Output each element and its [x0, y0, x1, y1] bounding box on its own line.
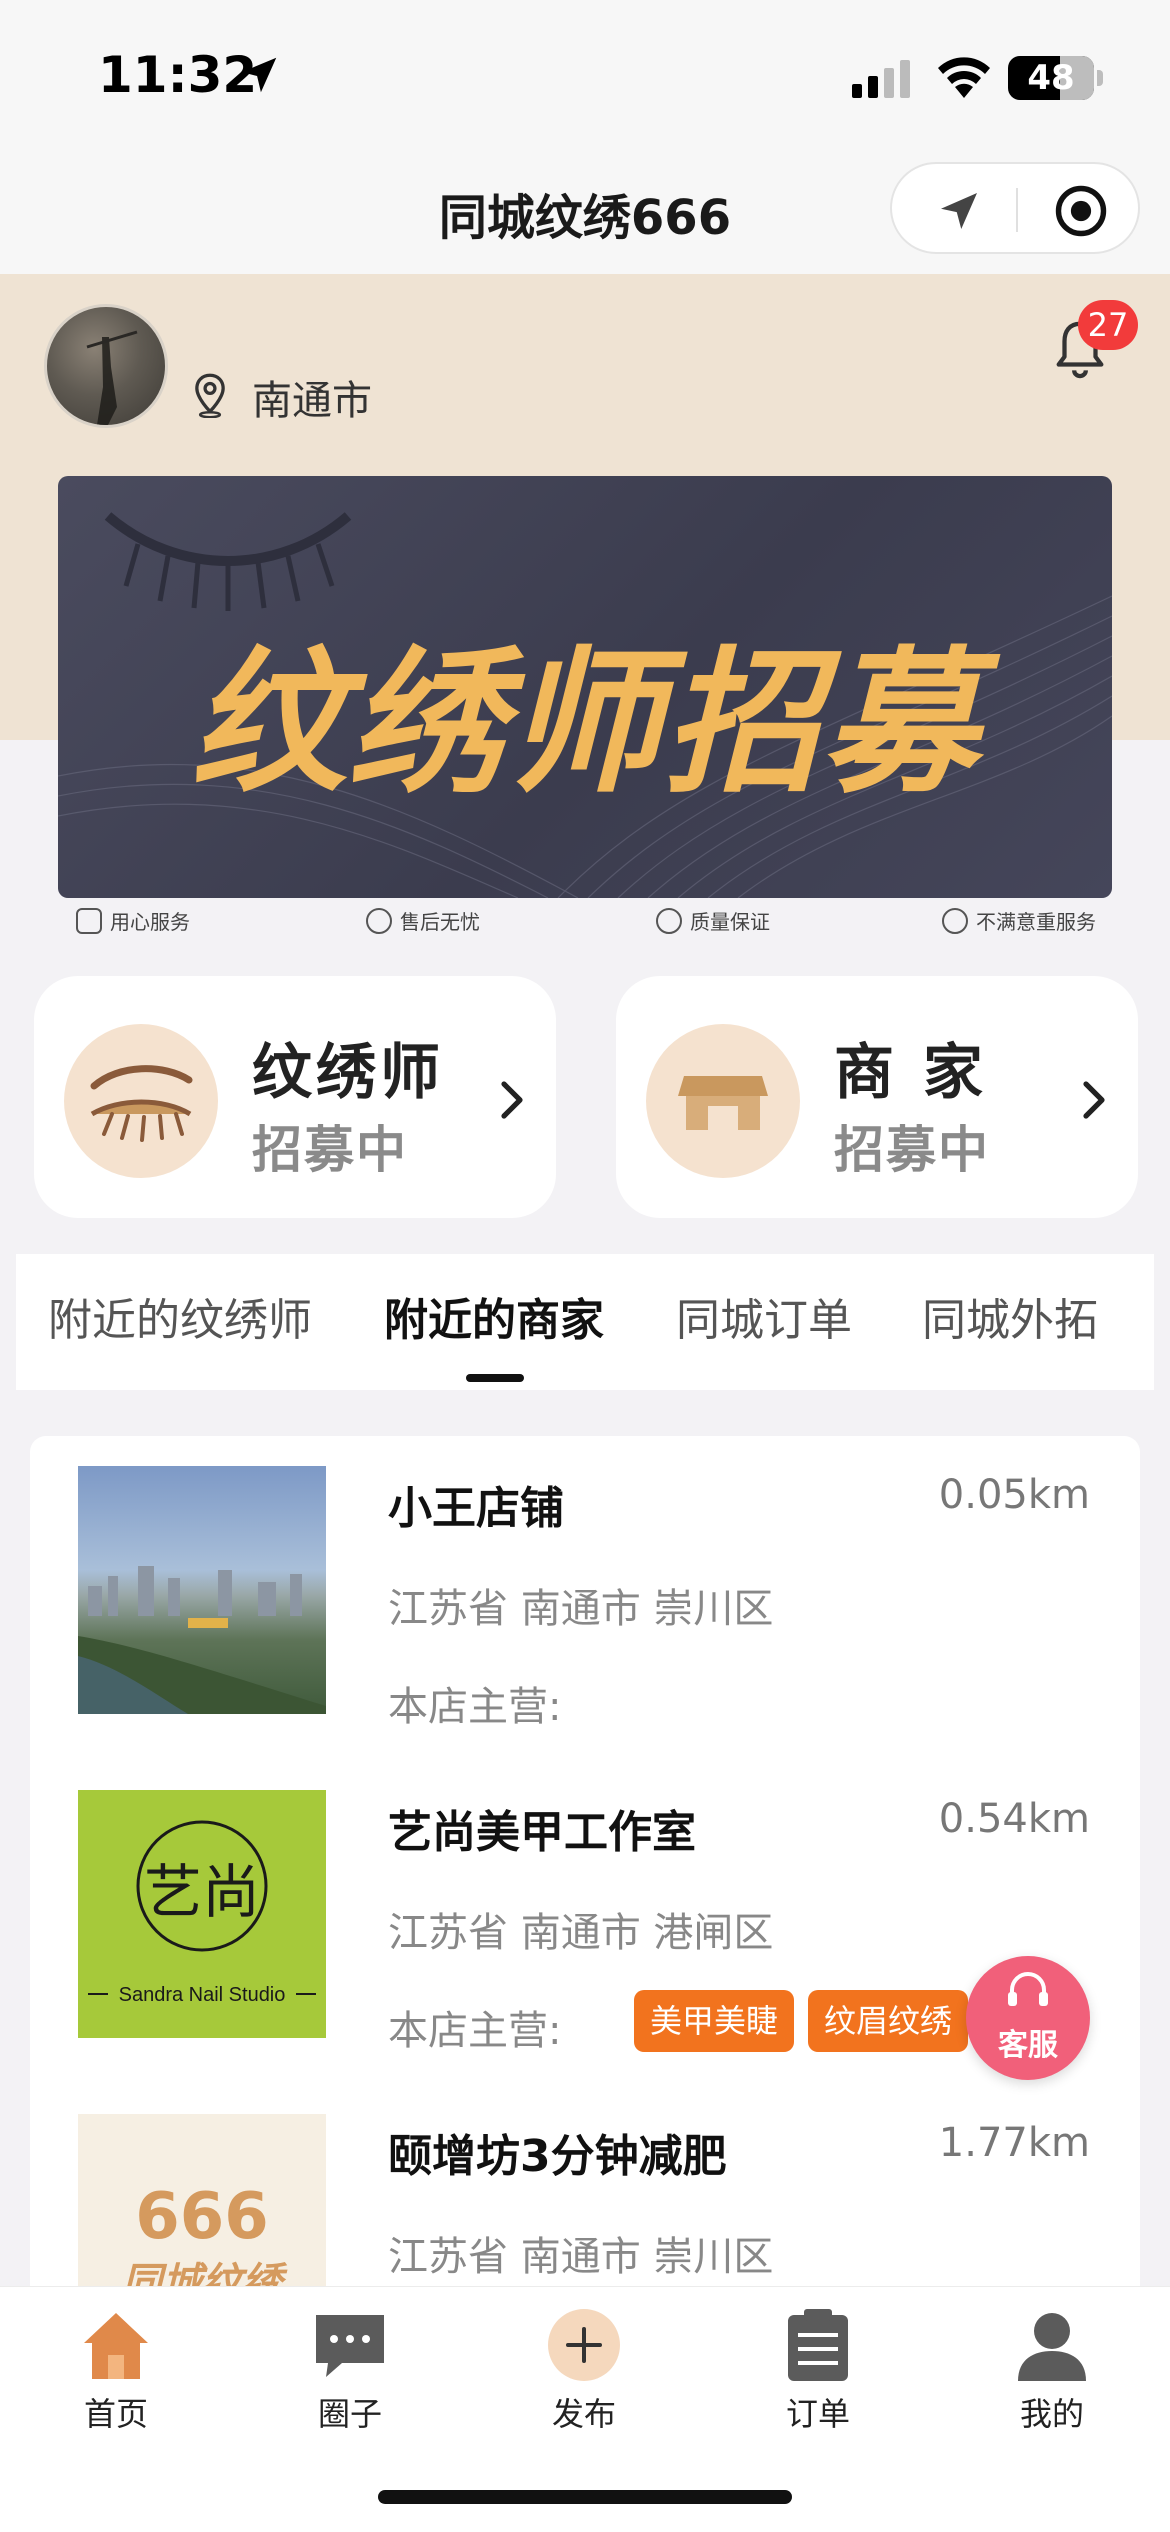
card-subtitle: 招募中 — [834, 1121, 990, 1179]
plus-circle-icon — [548, 2309, 620, 2381]
tab-local-outreach[interactable]: 同城外拓 — [922, 1284, 1098, 1348]
shop-main-business: 本店主营: — [388, 2008, 562, 2054]
tab-nearby-artists[interactable]: 附近的纹绣师 — [48, 1284, 312, 1348]
location-arrow-icon — [241, 57, 277, 93]
tab-label: 发布 — [551, 2395, 616, 2433]
eye-icon — [90, 1065, 193, 1142]
card-title: 纹绣师 — [252, 1038, 444, 1108]
shop-distance: 0.54km — [938, 1796, 1090, 1842]
battery-nub — [1097, 70, 1103, 86]
user-icon — [1018, 2313, 1086, 2381]
category-tabs: 附近的纹绣师 附近的商家 同城订单 同城外拓 — [16, 1254, 1154, 1390]
list-item[interactable]: 666 同城纹绣 颐增坊3分钟减肥 1.77km 江苏省 南通市 崇川区 — [30, 2084, 1140, 2296]
merchant-recruit-card[interactable]: 商 家 招募中 — [616, 976, 1138, 1218]
tattoo-666-logo: 666 同城纹绣 — [122, 2180, 288, 2296]
perk-item: 售后无忧 — [366, 906, 480, 935]
smile-icon — [942, 907, 968, 934]
notification-badge: 27 — [1078, 300, 1138, 350]
perk-label: 质量保证 — [690, 910, 770, 934]
svg-text:Sandra Nail Studio: Sandra Nail Studio — [119, 1984, 286, 2006]
shop-main-business: 本店主营: — [388, 1684, 562, 1730]
shop-thumbnail: 666 同城纹绣 — [78, 2114, 326, 2296]
store-icon-circle — [646, 1024, 800, 1178]
shield-icon — [76, 907, 102, 934]
shop-address: 江苏省 南通市 港闸区 — [388, 1910, 774, 1956]
service-perks: 用心服务 售后无忧 质量保证 不满意重服务 — [58, 906, 1112, 946]
tab-label: 首页 — [83, 2395, 148, 2433]
shop-name: 艺尚美甲工作室 — [388, 1807, 696, 1858]
tab-home[interactable]: 首页 — [46, 2307, 186, 2447]
home-icon — [84, 2313, 148, 2379]
tab-nearby-merchants[interactable]: 附近的商家 — [384, 1284, 604, 1348]
recruit-banner[interactable]: 纹绣师招募 — [58, 476, 1112, 898]
location-pin-icon — [195, 373, 225, 418]
eye-icon-circle — [64, 1024, 218, 1178]
shop-list: 小王店铺 0.05km 江苏省 南通市 崇川区 本店主营: 艺尚 Sandra … — [30, 1436, 1140, 2296]
location-navigation-icon[interactable] — [932, 184, 986, 238]
perk-label: 不满意重服务 — [976, 910, 1096, 934]
quality-seal-icon — [656, 907, 682, 934]
tab-publish[interactable]: 发布 — [514, 2307, 654, 2447]
nail-studio-logo: 艺尚 Sandra Nail Studio — [88, 1820, 316, 2006]
shop-distance: 1.77km — [938, 2120, 1090, 2166]
perk-item: 质量保证 — [656, 906, 770, 935]
city-skyline-image — [78, 1566, 326, 1714]
status-time: 11:32 — [98, 46, 258, 104]
cellular-signal-icon — [852, 60, 910, 98]
svg-text:艺尚: 艺尚 — [144, 1858, 260, 1926]
list-item[interactable]: 小王店铺 0.05km 江苏省 南通市 崇川区 本店主营: — [30, 1436, 1140, 1760]
avatar[interactable] — [44, 304, 168, 428]
wifi-icon — [938, 57, 990, 98]
nav-bar: 同城纹绣666 — [0, 140, 1170, 274]
battery-level: 48 — [1027, 58, 1075, 98]
chevron-right-icon — [1083, 1081, 1105, 1119]
banner-title: 纹绣师招募 — [190, 632, 980, 814]
customer-service-label: 客服 — [998, 2028, 1058, 2063]
shop-name: 颐增坊3分钟减肥 — [388, 2131, 727, 2182]
current-city[interactable]: 南通市 — [252, 368, 372, 426]
shop-name: 小王店铺 — [388, 1483, 564, 1534]
home-indicator — [378, 2490, 792, 2504]
capsule-divider — [1016, 188, 1018, 232]
tab-circle[interactable]: 圈子 — [280, 2307, 420, 2447]
mini-program-capsule — [890, 162, 1140, 254]
business-tag[interactable]: 美甲美睫 — [634, 1990, 795, 2052]
tab-orders[interactable]: 订单 — [748, 2307, 888, 2447]
shop-thumbnail — [78, 1466, 326, 1714]
status-bar: 11:32 48 — [0, 0, 1170, 140]
shop-distance: 0.05km — [938, 1472, 1090, 1518]
active-tab-indicator — [466, 1374, 524, 1382]
business-tag[interactable]: 纹眉纹绣 — [808, 1990, 969, 2052]
card-title: 商 家 — [834, 1038, 987, 1108]
clipboard-icon — [788, 2309, 848, 2381]
perk-item: 不满意重服务 — [942, 906, 1096, 935]
record-close-icon[interactable] — [1054, 184, 1108, 238]
headset-icon — [1008, 1972, 1048, 2006]
tattoo-artist-recruit-card[interactable]: 纹绣师 招募中 — [34, 976, 556, 1218]
shop-address: 江苏省 南通市 崇川区 — [388, 2234, 774, 2280]
store-icon — [678, 1076, 768, 1130]
shop-thumbnail: 艺尚 Sandra Nail Studio — [78, 1790, 326, 2038]
customer-service-button[interactable]: 客服 — [966, 1956, 1090, 2080]
perk-label: 用心服务 — [110, 910, 190, 934]
svg-text:666: 666 — [135, 2180, 269, 2254]
chat-bubble-icon — [316, 2315, 384, 2377]
battery-indicator: 48 — [1008, 56, 1094, 100]
headset-icon — [366, 907, 392, 934]
tab-label: 订单 — [785, 2395, 850, 2433]
card-subtitle: 招募中 — [252, 1121, 408, 1179]
tab-me[interactable]: 我的 — [982, 2307, 1122, 2447]
perk-item: 用心服务 — [76, 906, 190, 935]
tab-label: 圈子 — [317, 2395, 382, 2433]
tab-label: 我的 — [1019, 2395, 1084, 2433]
tab-local-orders[interactable]: 同城订单 — [676, 1284, 852, 1348]
chevron-right-icon — [501, 1081, 523, 1119]
perk-label: 售后无忧 — [400, 910, 480, 934]
shop-address: 江苏省 南通市 崇川区 — [388, 1586, 774, 1632]
